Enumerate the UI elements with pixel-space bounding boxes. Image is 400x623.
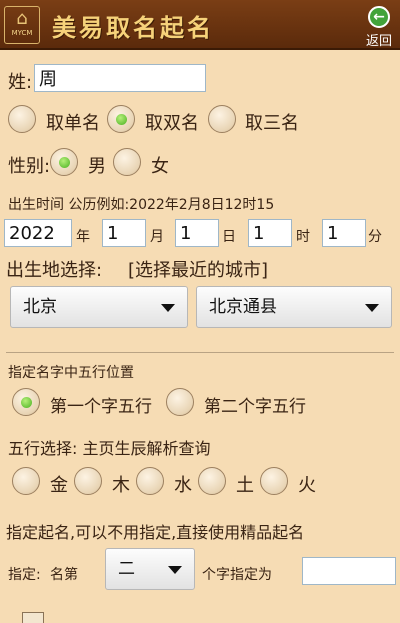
wuxing-select-label: 五行选择: 主页生辰解析查询 bbox=[8, 439, 211, 458]
minute-unit: 分 bbox=[368, 229, 382, 245]
radio-earth[interactable] bbox=[198, 467, 226, 495]
province-select[interactable]: 北京 bbox=[10, 286, 188, 328]
day-unit: 日 bbox=[222, 229, 236, 245]
birth-month-input[interactable] bbox=[102, 219, 146, 247]
birth-year-input[interactable] bbox=[4, 219, 72, 247]
month-unit: 月 bbox=[150, 229, 164, 245]
radio-triple-name[interactable] bbox=[208, 105, 236, 133]
city-select[interactable]: 北京通县 bbox=[196, 286, 392, 328]
back-button[interactable]: ← 返回 bbox=[362, 6, 396, 49]
birth-hour-input[interactable] bbox=[248, 219, 292, 247]
char-position-select[interactable]: 二 bbox=[105, 548, 195, 590]
birth-minute-input[interactable] bbox=[322, 219, 366, 247]
fire-label: 火 bbox=[298, 475, 316, 496]
city-value: 北京通县 bbox=[209, 297, 277, 317]
water-label: 水 bbox=[174, 475, 192, 496]
app-logo: ⌂ MYCM bbox=[4, 6, 40, 44]
radio-male[interactable] bbox=[50, 148, 78, 176]
specify-name-label: 名第 bbox=[50, 567, 78, 583]
wood-label: 木 bbox=[112, 475, 130, 496]
bottom-checkbox[interactable] bbox=[22, 612, 44, 623]
radio-second-char-wuxing[interactable] bbox=[166, 388, 194, 416]
logo-mark-icon: ⌂ bbox=[16, 8, 28, 29]
specify-suffix: 个字指定为 bbox=[202, 567, 272, 583]
app-title: 美易取名起名 bbox=[52, 13, 214, 42]
gender-label: 性别: bbox=[8, 156, 51, 177]
female-label: 女 bbox=[151, 156, 169, 177]
earth-label: 土 bbox=[236, 475, 254, 496]
province-value: 北京 bbox=[23, 297, 57, 317]
back-arrow-icon: ← bbox=[368, 6, 390, 28]
year-unit: 年 bbox=[76, 229, 90, 245]
male-label: 男 bbox=[88, 156, 106, 177]
radio-metal[interactable] bbox=[12, 467, 40, 495]
radio-water[interactable] bbox=[136, 467, 164, 495]
radio-fire[interactable] bbox=[260, 467, 288, 495]
radio-wood[interactable] bbox=[74, 467, 102, 495]
radio-first-char-wuxing[interactable] bbox=[12, 388, 40, 416]
birth-time-hint: 出生时间 公历例如:2022年2月8日12时15 bbox=[8, 197, 275, 213]
radio-double-name[interactable] bbox=[107, 105, 135, 133]
hour-unit: 时 bbox=[296, 229, 310, 245]
double-name-label: 取双名 bbox=[145, 113, 199, 134]
char-position-value: 二 bbox=[118, 559, 135, 579]
second-char-wuxing-label: 第二个字五行 bbox=[204, 397, 306, 417]
divider bbox=[6, 352, 394, 353]
surname-input[interactable] bbox=[34, 64, 206, 92]
radio-female[interactable] bbox=[113, 148, 141, 176]
app-header: ⌂ MYCM 美易取名起名 ← 返回 bbox=[0, 0, 400, 50]
first-char-wuxing-label: 第一个字五行 bbox=[50, 397, 152, 417]
nearest-city-link[interactable]: [选择最近的城市] bbox=[128, 256, 268, 282]
surname-label: 姓: bbox=[8, 72, 33, 93]
radio-single-name[interactable] bbox=[8, 105, 36, 133]
birthplace-label: 出生地选择: bbox=[6, 260, 103, 281]
chevron-down-icon bbox=[365, 304, 379, 312]
wuxing-position-label: 指定名字中五行位置 bbox=[8, 365, 134, 381]
single-name-label: 取单名 bbox=[46, 113, 100, 134]
birth-day-input[interactable] bbox=[175, 219, 219, 247]
specify-char-input[interactable] bbox=[302, 557, 396, 585]
metal-label: 金 bbox=[50, 475, 68, 496]
chevron-down-icon bbox=[168, 566, 182, 574]
specify-prefix: 指定: bbox=[8, 567, 41, 583]
specify-note: 指定起名,可以不用指定,直接使用精品起名 bbox=[6, 523, 305, 542]
chevron-down-icon bbox=[161, 304, 175, 312]
triple-name-label: 取三名 bbox=[245, 113, 299, 134]
back-label: 返回 bbox=[365, 34, 392, 49]
logo-text: MYCM bbox=[11, 29, 33, 37]
